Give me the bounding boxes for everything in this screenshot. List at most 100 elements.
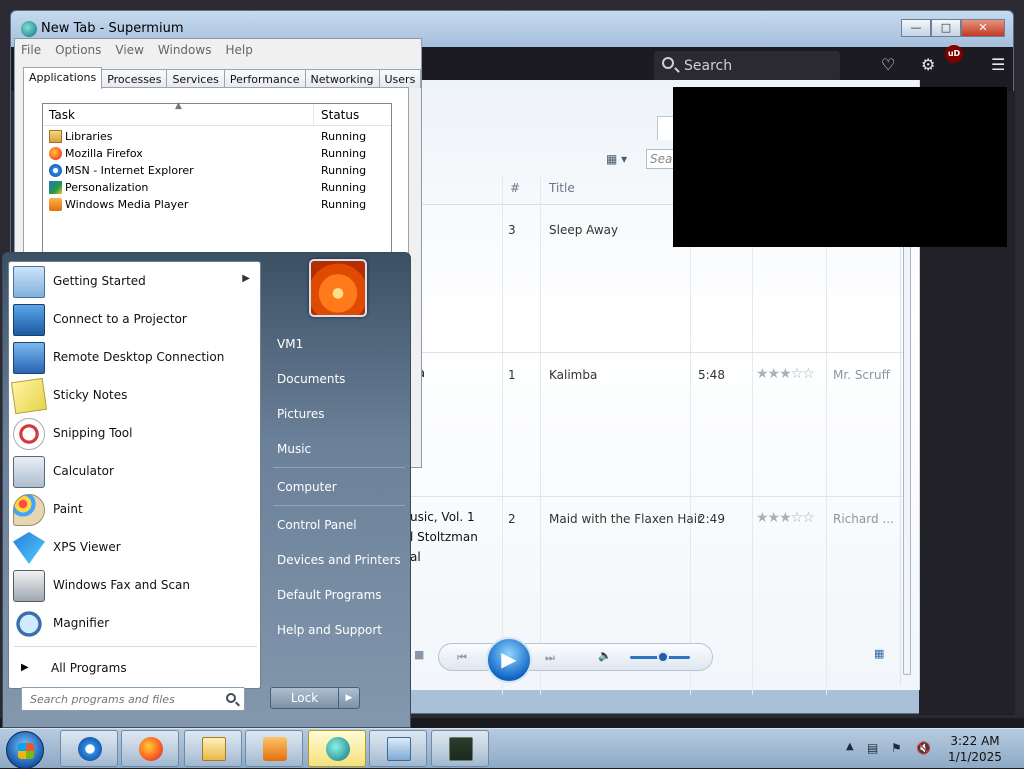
menu-options[interactable]: Options	[55, 39, 101, 61]
scrollbar-thumb[interactable]	[903, 225, 911, 675]
place-help-and-support[interactable]: Help and Support	[277, 623, 382, 637]
start-menu-programs: Getting Started ▶ Connect to a Projector…	[8, 261, 261, 689]
column-separator[interactable]	[313, 104, 314, 126]
rating-stars[interactable]: ★★★☆☆	[756, 366, 815, 382]
ublock-icon[interactable]: uD	[945, 45, 963, 63]
taskbar-firefox[interactable]	[121, 730, 179, 767]
internet-explorer-icon	[78, 737, 102, 761]
taskbar-task-manager[interactable]	[431, 730, 489, 767]
maximize-button[interactable]: □	[931, 19, 961, 37]
lock-button[interactable]: Lock ▶	[270, 687, 360, 709]
action-center-flag-icon[interactable]: ⚑	[891, 741, 902, 755]
track-title: Maid with the Flaxen Hair	[549, 512, 703, 526]
search-icon[interactable]	[226, 693, 236, 703]
tab-applications[interactable]: Applications	[23, 67, 103, 89]
program-paint[interactable]: Paint	[9, 491, 262, 529]
clock[interactable]: 3:22 AM 1/1/2025	[940, 733, 1010, 765]
task-name: Personalization	[65, 181, 149, 194]
menu-file[interactable]: File	[21, 39, 41, 61]
rating-stars[interactable]: ★★★☆☆	[756, 510, 815, 526]
column-status[interactable]: Status	[321, 108, 359, 122]
all-programs[interactable]: ▶ All Programs	[9, 651, 262, 687]
program-label: Getting Started	[53, 274, 146, 288]
program-getting-started[interactable]: Getting Started ▶	[9, 263, 262, 301]
column-title[interactable]: Title	[549, 181, 575, 195]
menu-view[interactable]: View	[115, 39, 143, 61]
place-devices-and-printers[interactable]: Devices and Printers	[277, 553, 401, 567]
menu-bar: File Options View Windows Help	[15, 39, 421, 61]
program-calculator[interactable]: Calculator	[9, 453, 262, 491]
library-search-input[interactable]: Sear	[646, 149, 676, 169]
taskbar-control-panel[interactable]	[369, 730, 427, 767]
program-connect-to-projector[interactable]: Connect to a Projector	[9, 301, 262, 339]
show-hidden-icons-icon[interactable]: ▲	[846, 741, 854, 752]
start-menu-places: VM1 Documents Pictures Music Computer Co…	[265, 253, 411, 729]
media-player-icon	[49, 198, 62, 211]
view-options-icon[interactable]: ▦ ▾	[606, 152, 627, 166]
task-row[interactable]: Windows Media Player Running	[47, 196, 387, 213]
switch-to-now-playing-icon[interactable]: ▦	[874, 647, 884, 660]
task-manager-tabs: Applications Processes Services Performa…	[23, 67, 422, 89]
remote-desktop-icon	[13, 342, 45, 374]
task-row[interactable]: MSN - Internet Explorer Running	[47, 162, 387, 179]
shutdown-options-arrow-icon[interactable]: ▶	[339, 688, 359, 708]
volume-muted-icon[interactable]: 🔇	[916, 741, 931, 755]
tab-processes[interactable]: Processes	[101, 69, 168, 88]
program-sticky-notes[interactable]: Sticky Notes	[9, 377, 262, 415]
menu-help[interactable]: Help	[225, 39, 252, 61]
browser-search-box[interactable]: Search	[654, 51, 840, 81]
program-magnifier[interactable]: Magnifier	[9, 605, 262, 643]
track-title: Kalimba	[549, 368, 598, 382]
taskbar-media-player[interactable]	[245, 730, 303, 767]
place-documents[interactable]: Documents	[277, 372, 345, 386]
start-button[interactable]	[6, 731, 44, 769]
lock-label[interactable]: Lock	[271, 688, 339, 708]
task-row[interactable]: Libraries Running	[47, 128, 387, 145]
program-fax-and-scan[interactable]: Windows Fax and Scan	[9, 567, 262, 605]
program-remote-desktop[interactable]: Remote Desktop Connection	[9, 339, 262, 377]
pocket-icon[interactable]: ♡	[881, 55, 895, 74]
place-control-panel[interactable]: Control Panel	[277, 518, 357, 532]
network-icon[interactable]: ▤	[867, 741, 878, 755]
extensions-icon[interactable]: ⚙	[921, 55, 935, 74]
track-list-scrollbar[interactable]	[900, 205, 912, 685]
supermium-icon	[326, 737, 350, 761]
place-music[interactable]: Music	[277, 442, 311, 456]
start-menu: Getting Started ▶ Connect to a Projector…	[2, 252, 411, 728]
stop-icon[interactable]: ■	[414, 648, 424, 661]
place-default-programs[interactable]: Default Programs	[277, 588, 382, 602]
close-button[interactable]: ✕	[961, 19, 1005, 37]
menu-icon[interactable]: ☰	[991, 55, 1005, 74]
program-label: Connect to a Projector	[53, 312, 187, 326]
tab-networking[interactable]: Networking	[304, 69, 380, 88]
start-search-input[interactable]	[28, 689, 218, 709]
minimize-button[interactable]: —	[901, 19, 931, 37]
volume-slider-thumb[interactable]	[657, 651, 669, 663]
track-row[interactable]: na f c 1 Kalimba 5:48 ★★★☆☆ Mr. Scruff	[410, 352, 905, 496]
tab-services[interactable]: Services	[166, 69, 225, 88]
taskbar-internet-explorer[interactable]	[60, 730, 118, 767]
previous-icon[interactable]: ⏮	[457, 651, 467, 665]
volume-icon[interactable]: 🔈	[598, 649, 612, 662]
start-search-box[interactable]	[21, 687, 245, 711]
task-row[interactable]: Mozilla Firefox Running	[47, 145, 387, 162]
tab-performance[interactable]: Performance	[223, 69, 306, 88]
user-picture[interactable]	[309, 259, 367, 317]
calculator-icon	[13, 456, 45, 488]
taskbar-explorer[interactable]	[184, 730, 242, 767]
menu-windows[interactable]: Windows	[158, 39, 212, 61]
next-icon[interactable]: ⏭	[545, 651, 555, 665]
column-task[interactable]: Task	[49, 108, 75, 122]
place-user-folder[interactable]: VM1	[277, 337, 303, 351]
column-number[interactable]: #	[510, 181, 520, 195]
place-pictures[interactable]: Pictures	[277, 407, 325, 421]
track-row[interactable]: usic, Vol. 1 l Stoltzman al 2 Maid with …	[410, 496, 905, 640]
program-snipping-tool[interactable]: Snipping Tool	[9, 415, 262, 453]
separator	[14, 646, 257, 647]
taskbar-supermium[interactable]	[308, 730, 366, 767]
program-xps-viewer[interactable]: XPS Viewer	[9, 529, 262, 567]
task-row[interactable]: Personalization Running	[47, 179, 387, 196]
place-computer[interactable]: Computer	[277, 480, 337, 494]
play-button[interactable]: ▶	[486, 637, 532, 683]
tab-users[interactable]: Users	[378, 69, 422, 88]
